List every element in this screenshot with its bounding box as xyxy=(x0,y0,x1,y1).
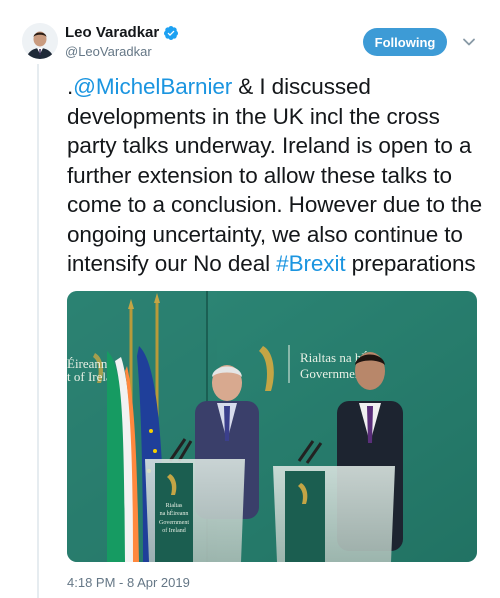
podium-line4: of Ireland xyxy=(162,527,186,534)
press-conference-photo: Éireann t of Ireland Rialtas na hÉi Gove… xyxy=(67,291,477,562)
tweet-timestamp[interactable]: 4:18 PM - 8 Apr 2019 xyxy=(67,575,190,590)
avatar[interactable] xyxy=(22,23,58,59)
podium-line1: Rialtas xyxy=(166,503,183,509)
mention-link[interactable]: @MichelBarnier xyxy=(73,74,232,99)
podium-line2: na hÉireann xyxy=(160,509,189,517)
display-name[interactable]: Leo Varadkar xyxy=(65,24,159,41)
user-handle[interactable]: @LeoVaradkar xyxy=(65,44,152,59)
tweet-suffix: preparations xyxy=(345,251,476,276)
thread-line xyxy=(37,64,39,598)
tweet-photo[interactable]: Éireann t of Ireland Rialtas na hÉi Gove… xyxy=(67,291,477,562)
tweet-body: & I discussed developments in the UK inc… xyxy=(67,74,482,276)
podium-line3: Government xyxy=(159,520,189,526)
following-button[interactable]: Following xyxy=(363,28,447,56)
verified-badge-icon xyxy=(164,25,179,40)
tweet-text: .@MichelBarnier & I discussed developmen… xyxy=(67,72,487,279)
hashtag-link[interactable]: #Brexit xyxy=(276,251,345,276)
profile-avatar xyxy=(22,23,58,59)
chevron-down-icon[interactable] xyxy=(459,32,479,52)
